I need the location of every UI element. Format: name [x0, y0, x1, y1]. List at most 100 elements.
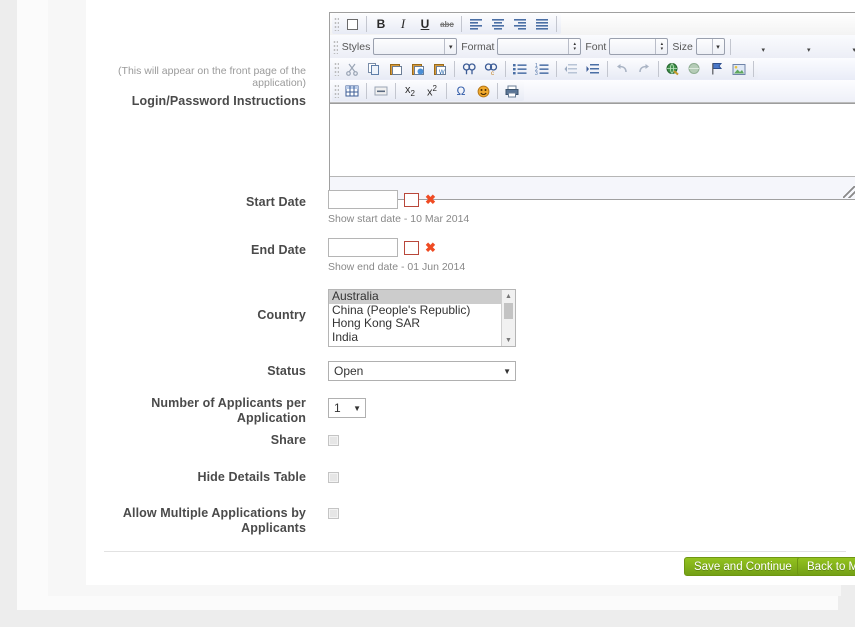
image-icon[interactable] [728, 59, 750, 79]
indent-icon[interactable] [582, 59, 604, 79]
toolbar-separator [497, 83, 498, 99]
clear-date-icon[interactable]: ✖ [425, 241, 436, 254]
toolbar-grip[interactable] [334, 84, 339, 98]
strikethrough-icon[interactable]: abc [436, 14, 458, 34]
editor-content-area[interactable] [330, 103, 855, 176]
list-item[interactable]: Hong Kong SAR [329, 317, 515, 331]
toolbar-separator [454, 61, 455, 77]
underline-icon[interactable]: U [414, 14, 436, 34]
replace-icon[interactable]: c [480, 59, 502, 79]
back-to-my-shows-button[interactable]: Back to My Shows [797, 557, 855, 576]
horizontal-rule-icon[interactable] [370, 81, 392, 101]
start-date-input[interactable] [328, 190, 398, 209]
scroll-up-icon[interactable]: ▲ [502, 290, 515, 302]
copy-icon[interactable] [363, 59, 385, 79]
size-select-value [697, 44, 712, 54]
end-date-input[interactable] [328, 238, 398, 257]
toolbar-separator [366, 16, 367, 32]
list-item[interactable]: China (People's Republic) [329, 303, 515, 318]
footer-divider [104, 551, 846, 552]
end-date-controls: ✖ [328, 238, 465, 257]
align-center-icon[interactable] [487, 14, 509, 34]
applicants-per-application-select[interactable]: 1 ▼ [328, 398, 366, 418]
page-middle-frame: B I U abc Styles ▾ Format ▴ ▾ Font ▴ ▾ S… [48, 0, 855, 596]
paste-word-icon[interactable]: W [429, 59, 451, 79]
bold-icon[interactable]: B [370, 14, 392, 34]
start-date-label: Start Date [245, 195, 306, 209]
resize-handle-icon[interactable] [843, 186, 855, 198]
chevron-down-icon: ▾ [711, 39, 724, 54]
svg-text:3: 3 [535, 71, 538, 75]
page-outer-frame: B I U abc Styles ▾ Format ▴ ▾ Font ▴ ▾ S… [17, 0, 855, 610]
toolbar-grip[interactable] [334, 17, 339, 31]
paste-text-icon[interactable] [407, 59, 429, 79]
applicants-per-application-value: 1 [334, 401, 341, 415]
styles-select-value [374, 44, 444, 54]
bg-color-chevron-icon[interactable]: ▾ [807, 46, 811, 54]
anchor-icon[interactable] [706, 59, 728, 79]
print-icon[interactable] [501, 81, 523, 101]
cut-icon[interactable] [341, 59, 363, 79]
format-select-label: Format [461, 40, 495, 53]
superscript-icon[interactable]: x2 [421, 81, 443, 101]
outdent-icon[interactable] [560, 59, 582, 79]
styles-select[interactable]: ▾ [373, 38, 458, 55]
applicants-per-application-label: Number of Applicants per Application [151, 396, 306, 425]
subscript-icon[interactable]: x2 [399, 81, 421, 101]
font-select[interactable]: ▴ ▾ [609, 38, 669, 55]
country-listbox-scrollbar[interactable]: ▲ ▼ [501, 290, 515, 346]
find-icon[interactable] [458, 59, 480, 79]
smiley-icon[interactable] [472, 81, 494, 101]
scrollbar-thumb[interactable] [504, 303, 513, 319]
toolbar-separator [753, 61, 754, 77]
justify-icon[interactable] [531, 14, 553, 34]
toolbar-separator [461, 16, 462, 32]
hide-details-table-checkbox[interactable] [328, 472, 339, 483]
size-select[interactable]: ▾ [695, 38, 725, 55]
status-label: Status [267, 364, 306, 378]
toolbar-grip[interactable] [334, 62, 339, 76]
toolbar-grip[interactable] [333, 39, 338, 54]
toolbar-separator [556, 61, 557, 77]
country-listbox[interactable]: Australia China (People's Republic) Hong… [328, 289, 516, 347]
status-select[interactable]: Open ▼ [328, 361, 516, 381]
numbered-list-icon[interactable]: 123 [531, 59, 553, 79]
table-icon[interactable] [341, 81, 363, 101]
unlink-icon[interactable] [684, 59, 706, 79]
save-and-continue-button[interactable]: Save and Continue [684, 557, 802, 576]
toolbar-separator [607, 61, 608, 77]
align-right-icon[interactable] [509, 14, 531, 34]
toolbar-separator [505, 61, 506, 77]
toolbar-group-clipboard: W c 123 [332, 59, 758, 79]
share-checkbox[interactable] [328, 435, 339, 446]
redo-icon[interactable] [633, 59, 655, 79]
link-icon[interactable] [662, 59, 684, 79]
list-item[interactable]: India [329, 330, 515, 345]
editor-toolbar: B I U abc Styles ▾ Format ▴ ▾ Font ▴ ▾ S… [330, 13, 855, 103]
status-select-value: Open [334, 364, 364, 378]
special-char-icon[interactable]: Ω [450, 81, 472, 101]
paste-icon[interactable] [385, 59, 407, 79]
format-select-value [498, 44, 568, 54]
calendar-icon[interactable] [404, 240, 419, 255]
svg-text:W: W [439, 70, 445, 76]
format-select[interactable]: ▴ ▾ [497, 38, 582, 55]
align-left-icon[interactable] [465, 14, 487, 34]
toolbar-group-document: B I U abc [332, 14, 561, 34]
maximize-icon[interactable] [341, 14, 363, 34]
country-label: Country [257, 308, 306, 322]
rich-text-editor[interactable]: B I U abc Styles ▾ Format ▴ ▾ Font ▴ ▾ S… [329, 12, 855, 200]
calendar-icon[interactable] [404, 192, 419, 207]
toolbar-row-basic-styles: B I U abc [330, 13, 855, 35]
allow-multiple-checkbox[interactable] [328, 508, 339, 519]
undo-icon[interactable] [611, 59, 633, 79]
text-color-chevron-icon[interactable]: ▾ [761, 46, 765, 54]
bulleted-list-icon[interactable] [509, 59, 531, 79]
clear-date-icon[interactable]: ✖ [425, 193, 436, 206]
toolbar-separator [366, 83, 367, 99]
styles-select-label: Styles [341, 40, 371, 53]
toolbar-group-insert: x2 x2 Ω [332, 81, 524, 101]
list-item[interactable]: Australia [329, 290, 515, 304]
italic-icon[interactable]: I [392, 14, 414, 34]
scroll-down-icon[interactable]: ▼ [502, 334, 515, 346]
